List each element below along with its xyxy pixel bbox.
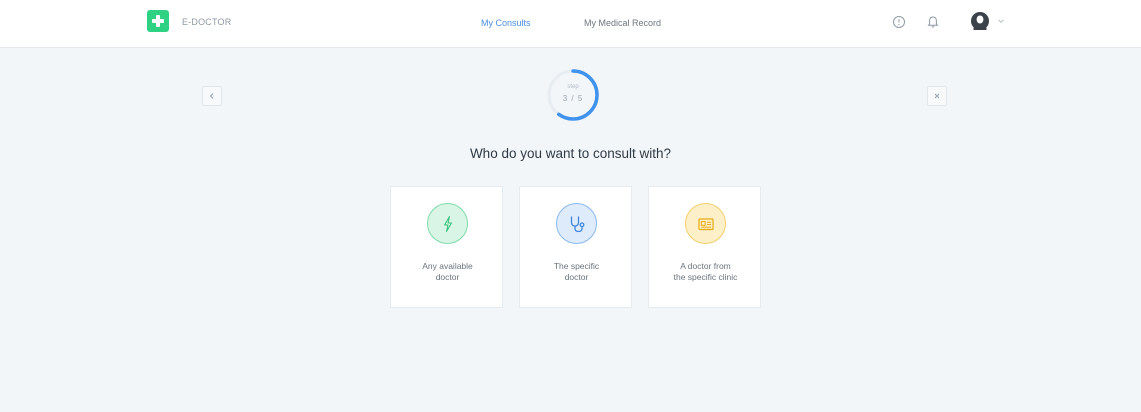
lightning-icon (427, 203, 468, 244)
option-doctor-from-specific-clinic[interactable]: A doctor from the specific clinic (648, 186, 761, 308)
clinic-card-icon (685, 203, 726, 244)
logo-plus-icon[interactable] (147, 10, 169, 32)
close-button[interactable] (927, 86, 947, 106)
option-label: The specific doctor (553, 261, 600, 282)
back-button[interactable] (202, 86, 222, 106)
option-label: Any available doctor (422, 261, 473, 282)
page-title: Who do you want to consult with? (469, 146, 672, 161)
close-icon (934, 93, 940, 99)
option-specific-doctor[interactable]: The specific doctor (519, 186, 632, 308)
bell-icon[interactable] (925, 14, 941, 30)
nav-my-consults[interactable]: My Consults (481, 18, 531, 28)
help-icon[interactable] (891, 14, 907, 30)
option-any-available-doctor[interactable]: Any available doctor (390, 186, 503, 308)
logo-text[interactable]: E-DOCTOR (182, 17, 231, 27)
stethoscope-icon (556, 203, 597, 244)
chevron-down-icon[interactable] (997, 18, 1005, 24)
avatar[interactable] (970, 11, 990, 31)
chevron-left-icon (209, 93, 214, 99)
step-label: step (567, 84, 579, 90)
top-navigation-bar: E-DOCTOR My Consults My Medical Record (0, 0, 1141, 48)
step-counter: 3 / 5 (562, 94, 584, 103)
option-label: A doctor from the specific clinic (673, 261, 738, 282)
nav-my-medical-record[interactable]: My Medical Record (584, 18, 661, 28)
